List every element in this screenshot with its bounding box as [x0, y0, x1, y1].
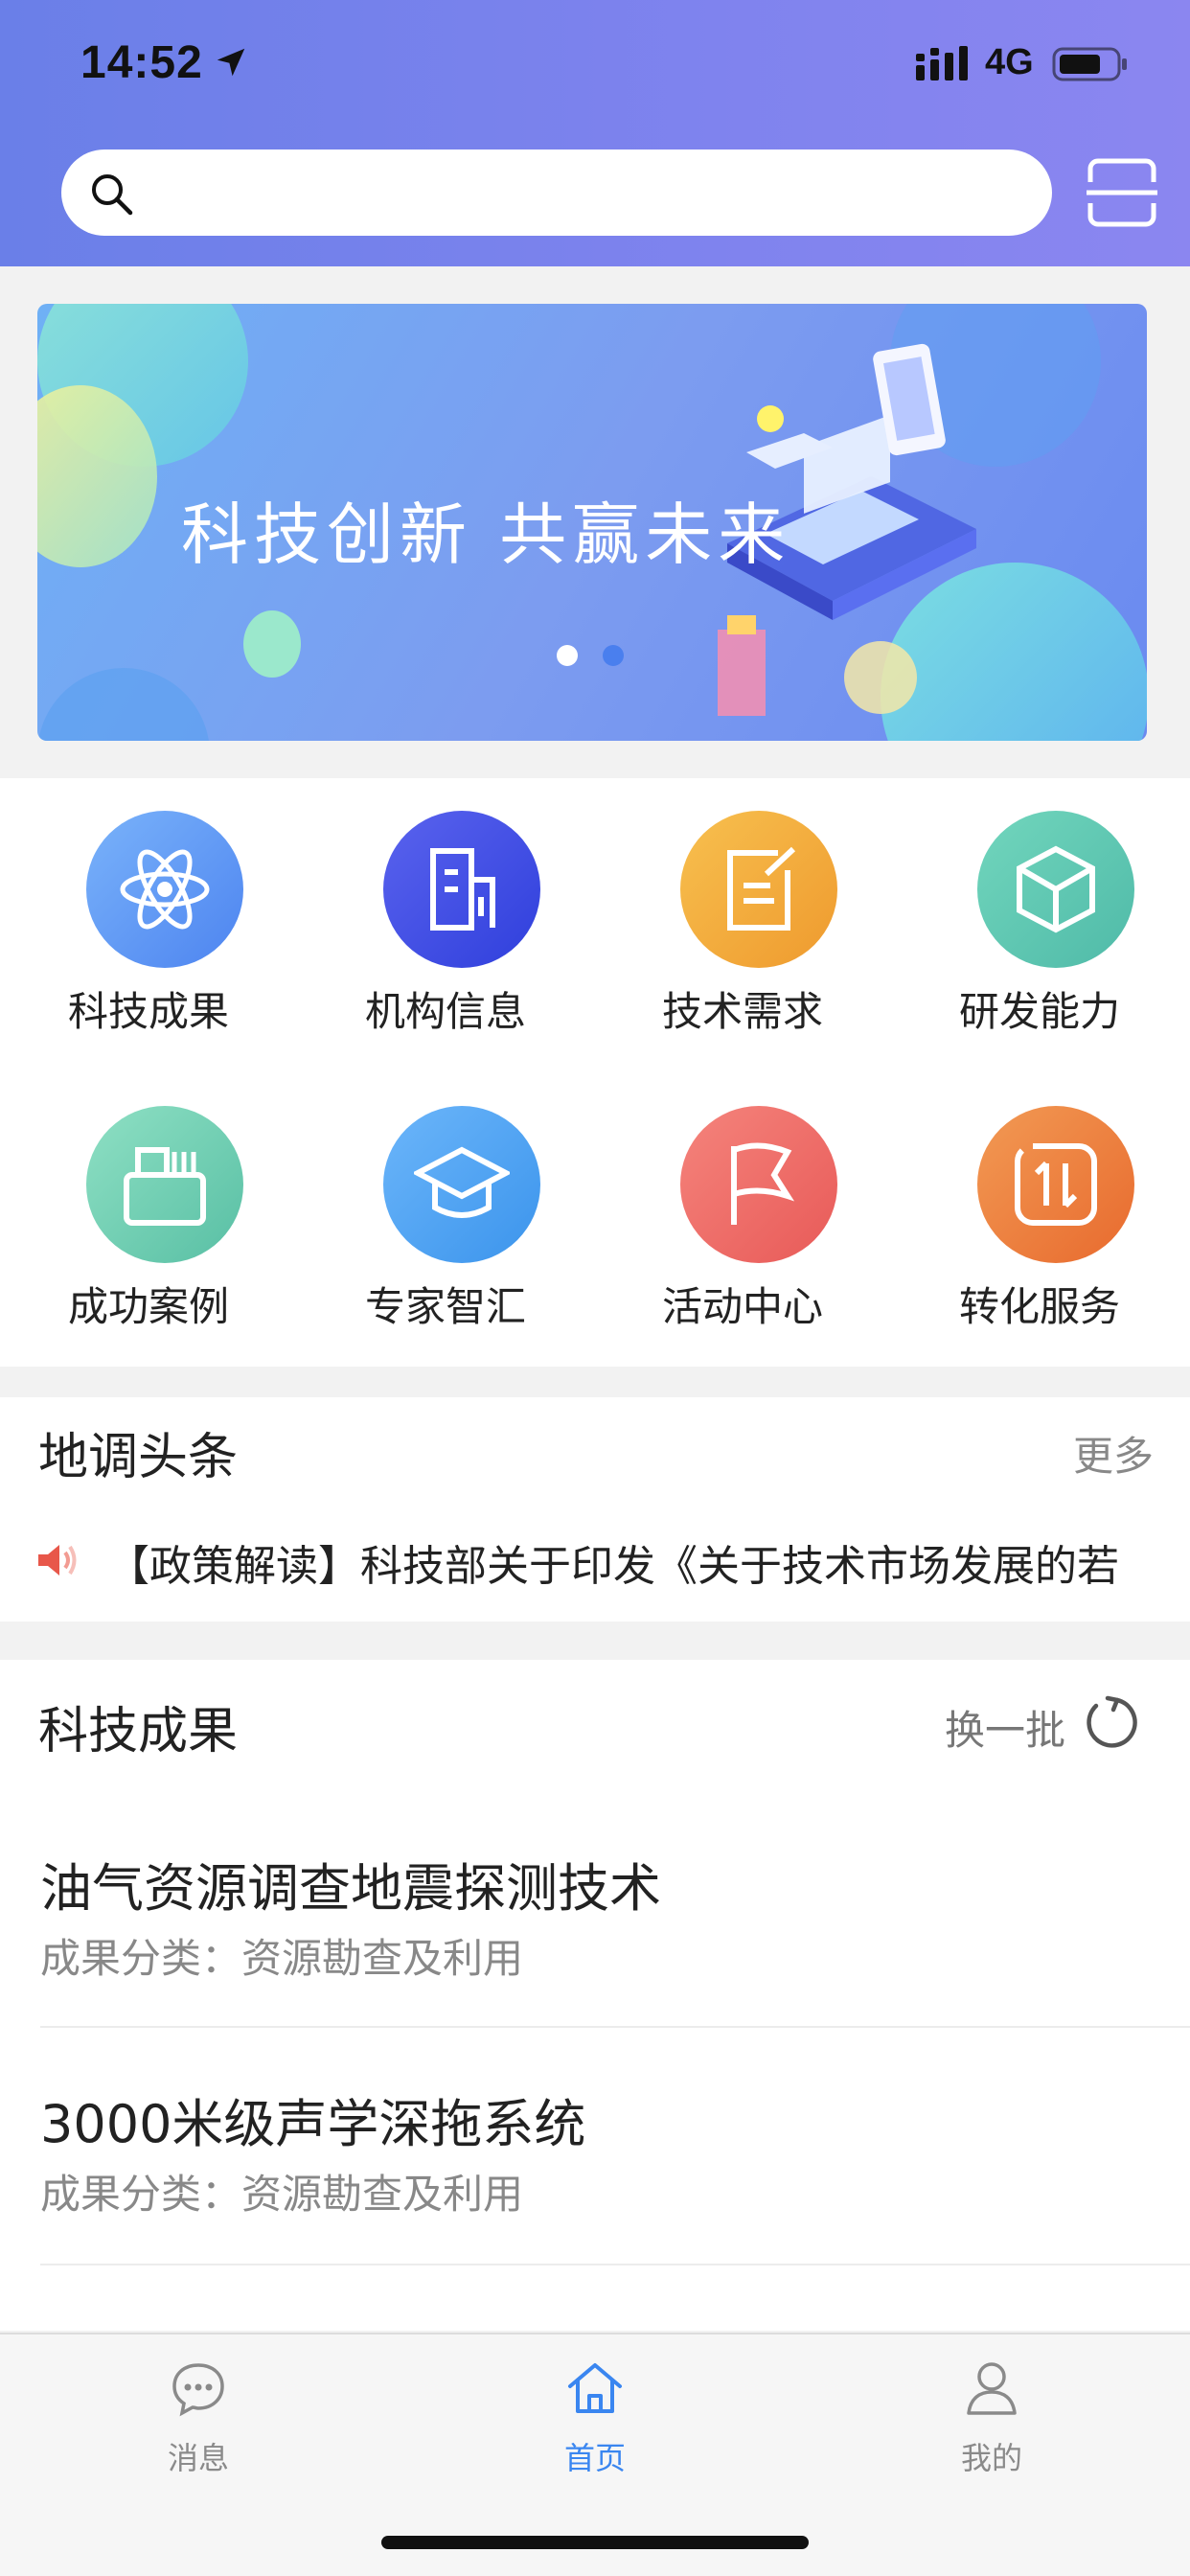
app-header: 14:52 4G — [0, 0, 1190, 266]
search-icon — [92, 174, 133, 216]
search-bar[interactable] — [61, 150, 1052, 236]
message-icon — [172, 2363, 224, 2417]
headlines-title: 地调头条 — [38, 1429, 239, 1486]
quick-grid: 科技成果 机构信息 技术需求 研发能力 成功案例 专家智汇 活动中心 转化服务 — [0, 778, 1190, 1367]
grid-item-tech-demand[interactable]: 技术需求 — [594, 778, 891, 1035]
cube-icon — [1017, 845, 1095, 933]
location-arrow-icon — [217, 48, 245, 77]
grid-item-rd-capability[interactable]: 研发能力 — [891, 778, 1188, 1035]
headline-ticker[interactable]: 【政策解读】科技部关于印发《关于技术市场发展的若 — [107, 1531, 1142, 1593]
grid-item-experts[interactable]: 专家智汇 — [297, 1073, 594, 1330]
flag-icon-bg — [680, 1106, 837, 1263]
graduation-cap-icon-bg — [383, 1106, 540, 1263]
atom-icon — [120, 849, 210, 930]
grid-item-events[interactable]: 活动中心 — [594, 1073, 891, 1330]
user-icon — [967, 2362, 1017, 2415]
banner-dot-1[interactable] — [557, 645, 578, 666]
achievement-item[interactable]: 油气资源调查地震探测技术 成果分类：资源勘查及利用 — [0, 1846, 1190, 2082]
network-type: 4G — [985, 42, 1034, 82]
atom-icon-bg — [86, 811, 243, 968]
achievement-category: 成果分类：资源勘查及利用 — [40, 1935, 524, 1982]
grid-label: 转化服务 — [958, 1283, 1120, 1330]
building-icon — [430, 848, 495, 931]
graduation-cap-icon — [414, 1146, 510, 1218]
briefcase-icon-bg — [86, 1106, 243, 1263]
document-edit-icon-bg — [680, 811, 837, 968]
grid-item-tech-results[interactable]: 科技成果 — [0, 778, 297, 1035]
transfer-icon-bg — [977, 1106, 1134, 1263]
cube-icon-bg — [977, 811, 1134, 968]
battery-icon — [1052, 47, 1127, 81]
grid-label: 机构信息 — [364, 988, 526, 1035]
grid-item-institutions[interactable]: 机构信息 — [297, 778, 594, 1035]
search-input[interactable] — [153, 150, 1016, 236]
achievement-title: 油气资源调查地震探测技术 — [40, 1858, 661, 1919]
grid-label: 活动中心 — [661, 1283, 823, 1330]
refresh-icon — [1087, 1695, 1137, 1748]
home-icon — [568, 2363, 622, 2413]
achievement-item[interactable]: 3000米级声学深拖系统 成果分类：资源勘查及利用 — [0, 2082, 1190, 2317]
tab-messages[interactable]: 消息 — [103, 2359, 294, 2503]
status-bar: 14:52 4G — [0, 0, 1190, 126]
grid-label: 科技成果 — [67, 988, 229, 1035]
tab-label: 消息 — [167, 2440, 229, 2476]
headlines-section: 地调头条 更多 【政策解读】科技部关于印发《关于技术市场发展的若 — [0, 1397, 1190, 1622]
refresh-button[interactable]: 换一批 — [908, 1694, 1138, 1756]
flag-icon — [731, 1142, 795, 1225]
achievement-title: 3000米级声学深拖系统 — [40, 2094, 586, 2154]
grid-item-transfer-service[interactable]: 转化服务 — [891, 1073, 1188, 1330]
achievements-section: 科技成果 换一批 油气资源调查地震探测技术 成果分类：资源勘查及利用 3000米… — [0, 1660, 1190, 2392]
tab-label: 我的 — [960, 2440, 1022, 2476]
achievement-category: 成果分类：资源勘查及利用 — [40, 2171, 524, 2218]
grid-label: 技术需求 — [661, 988, 823, 1035]
tab-label: 首页 — [563, 2440, 626, 2476]
tab-home[interactable]: 首页 — [499, 2359, 691, 2503]
status-time: 14:52 — [80, 37, 203, 88]
refresh-label: 换一批 — [944, 1707, 1065, 1754]
banner-title: 科技创新 共赢未来 — [181, 495, 791, 574]
speaker-icon — [38, 1545, 77, 1576]
achievements-title: 科技成果 — [38, 1703, 239, 1760]
banner-dot-2[interactable] — [603, 645, 624, 666]
grid-item-success-cases[interactable]: 成功案例 — [0, 1073, 297, 1330]
briefcase-icon — [124, 1147, 206, 1226]
document-edit-icon — [727, 846, 796, 931]
grid-label: 成功案例 — [67, 1283, 229, 1330]
signal-icon — [916, 46, 968, 80]
transfer-icon — [1015, 1143, 1097, 1226]
home-indicator — [381, 2536, 809, 2549]
divider — [40, 2264, 1190, 2266]
grid-label: 专家智汇 — [364, 1283, 526, 1330]
grid-label: 研发能力 — [958, 988, 1120, 1035]
promo-banner[interactable]: 科技创新 共赢未来 — [37, 304, 1147, 741]
building-icon-bg — [383, 811, 540, 968]
scan-icon[interactable] — [1087, 157, 1157, 228]
divider — [40, 2026, 1190, 2028]
tab-profile[interactable]: 我的 — [896, 2359, 1087, 2503]
more-link[interactable]: 更多 — [1073, 1424, 1154, 1483]
